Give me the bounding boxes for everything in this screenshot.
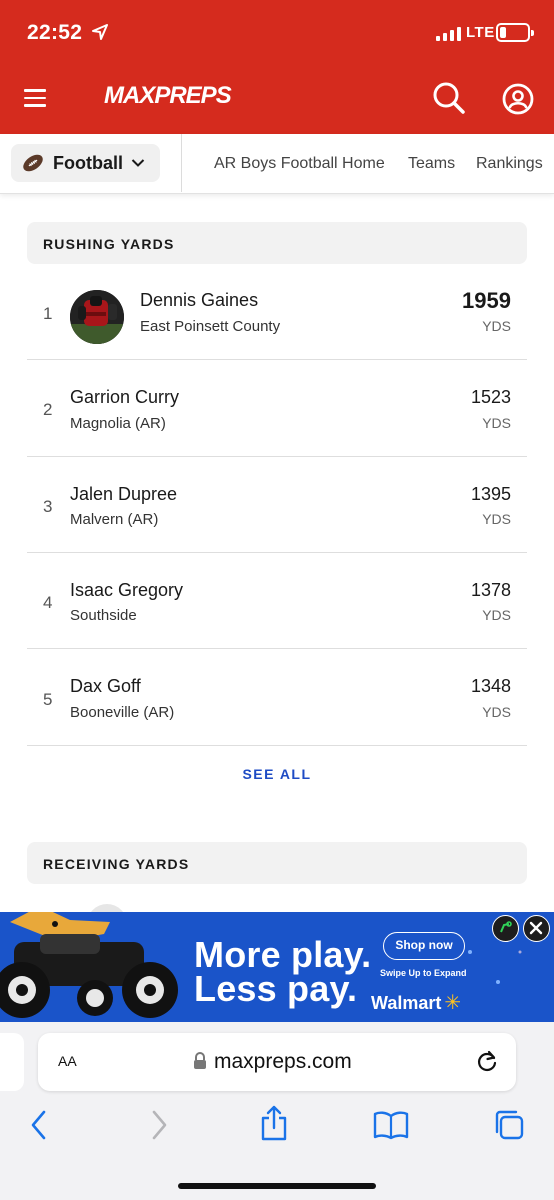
lock-icon xyxy=(194,1052,206,1069)
forward-icon[interactable] xyxy=(148,1108,170,1142)
leaderboard-row[interactable]: 2 Garrion Curry Magnolia (AR) 1523 YDS xyxy=(27,361,527,457)
bookmarks-icon[interactable] xyxy=(373,1110,409,1140)
sport-selector[interactable]: Football xyxy=(11,144,160,182)
leaderboard-title: RUSHING YARDS xyxy=(43,236,175,252)
ad-shop-now-button[interactable]: Shop now xyxy=(383,932,465,960)
row-rank: 4 xyxy=(43,593,53,612)
sport-selector-label: Football xyxy=(53,152,123,173)
player-name: Dennis Gaines xyxy=(140,290,259,310)
status-time: 22:52 xyxy=(27,21,83,44)
player-name: Isaac Gregory xyxy=(70,580,184,600)
row-rank: 2 xyxy=(43,400,53,419)
ad-close-icon[interactable] xyxy=(523,915,550,942)
stat-value: 1395 xyxy=(470,484,511,504)
stat-value: 1378 xyxy=(470,580,511,600)
network-type: LTE xyxy=(466,24,495,41)
ad-swipe-text: Swipe Up to Expand xyxy=(380,968,467,978)
walmart-wordmark: Walmart xyxy=(371,993,442,1013)
stat-unit: YDS xyxy=(482,318,511,334)
row-rank: 3 xyxy=(43,497,53,516)
svg-text:MAXPREPS: MAXPREPS xyxy=(104,82,232,109)
leaderboard-row[interactable]: 1 Dennis Gaines East Poinsett County 195… xyxy=(27,264,527,360)
player-name: Garrion Curry xyxy=(70,387,180,407)
see-all-link[interactable]: SEE ALL xyxy=(0,766,554,782)
walmart-logo: Walmart ✳ xyxy=(371,990,461,1015)
player-avatar xyxy=(70,290,124,344)
stat-unit: YDS xyxy=(482,511,511,527)
row-rank: 1 xyxy=(43,304,53,323)
signal-strength-icon xyxy=(436,25,461,41)
player-name: Dax Goff xyxy=(70,676,141,696)
subnav-link-teams[interactable]: Teams xyxy=(408,155,455,173)
text-size-label: AA xyxy=(58,1053,77,1069)
stat-value: 1348 xyxy=(470,676,511,696)
leaderboard-header-receiving: RECEIVING YARDS xyxy=(27,842,527,884)
player-school: Magnolia (AR) xyxy=(70,415,166,432)
url-text: maxpreps.com xyxy=(214,1050,352,1073)
sport-subnav: Football AR Boys Football Home Teams Ran… xyxy=(0,134,554,194)
subnav-link-home[interactable]: AR Boys Football Home xyxy=(214,155,385,173)
reload-icon[interactable] xyxy=(474,1048,500,1074)
player-school: Malvern (AR) xyxy=(70,511,159,528)
stat-unit: YDS xyxy=(482,704,511,720)
leaderboard-row[interactable]: 5 Dax Goff Booneville (AR) 1348 YDS xyxy=(27,650,527,746)
leaderboard-header: RUSHING YARDS xyxy=(27,222,527,264)
player-avatar xyxy=(87,904,127,912)
text-size-button[interactable]: AA xyxy=(58,1050,77,1072)
share-icon[interactable] xyxy=(259,1104,289,1142)
player-name: Jalen Dupree xyxy=(70,484,178,504)
app-header xyxy=(0,0,554,134)
tabs-icon[interactable] xyxy=(492,1108,526,1142)
subnav-divider xyxy=(181,134,182,192)
search-icon[interactable] xyxy=(432,81,466,115)
subnav-link-rankings[interactable]: Rankings xyxy=(476,155,543,173)
back-icon[interactable] xyxy=(28,1108,50,1142)
football-icon xyxy=(23,154,43,172)
stat-value: 1523 xyxy=(470,387,511,407)
leaderboard-title-receiving: RECEIVING YARDS xyxy=(43,856,190,872)
ad-headline-2: Less pay. xyxy=(194,968,358,1009)
walmart-spark-icon: ✳ xyxy=(444,992,462,1014)
player-school: Booneville (AR) xyxy=(70,704,175,721)
ad-info-icon[interactable] xyxy=(492,915,519,942)
row-rank: 5 xyxy=(43,690,53,709)
maxpreps-logo[interactable]: MAXPREPS xyxy=(100,76,234,120)
battery-icon xyxy=(496,23,534,42)
user-profile-icon[interactable] xyxy=(502,83,534,115)
stat-value: 1959 xyxy=(462,288,511,313)
partial-row xyxy=(27,884,527,912)
player-school: East Poinsett County xyxy=(140,318,281,335)
chevron-down-icon xyxy=(131,159,145,167)
home-indicator xyxy=(178,1183,376,1189)
leaderboard-row[interactable]: 3 Jalen Dupree Malvern (AR) 1395 YDS xyxy=(27,457,527,553)
stat-unit: YDS xyxy=(482,415,511,431)
hamburger-menu-icon[interactable] xyxy=(24,89,46,107)
previous-tab-preview[interactable] xyxy=(0,1033,24,1091)
player-school: Southside xyxy=(70,607,137,624)
stat-unit: YDS xyxy=(482,607,511,623)
location-arrow-icon xyxy=(92,24,108,40)
leaderboard-row[interactable]: 4 Isaac Gregory Southside 1378 YDS xyxy=(27,553,527,649)
